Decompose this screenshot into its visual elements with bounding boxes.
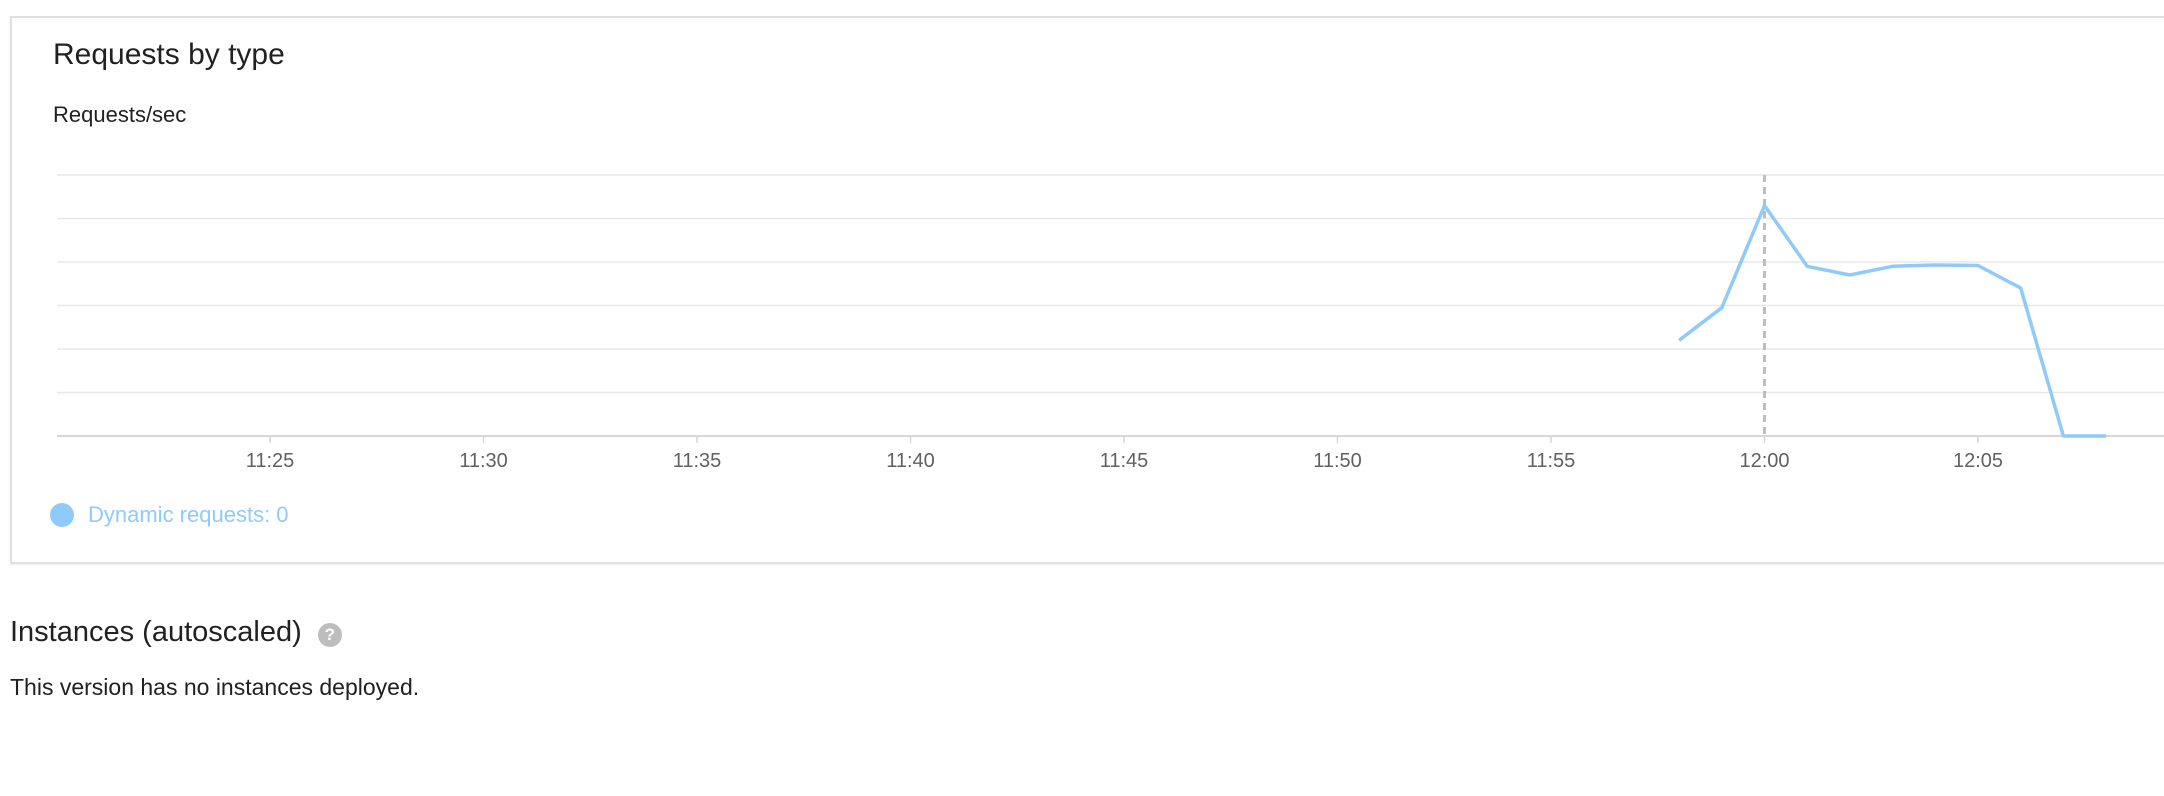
x-tick-label: 11:35: [673, 450, 722, 472]
x-tick-label: 11:25: [246, 450, 295, 472]
x-tick-label: 11:30: [459, 450, 508, 472]
legend-swatch: [50, 503, 74, 527]
x-tick-label: 11:55: [1527, 450, 1576, 472]
instances-title-text: Instances (autoscaled): [10, 616, 302, 648]
x-tick-label: 11:40: [886, 450, 935, 472]
instances-section-title: Instances (autoscaled) ?: [10, 616, 342, 649]
line-chart[interactable]: 11:25 11:30 11:35 11:40 11:45 11:50 11:55 12:00…: [12, 18, 2164, 566]
help-icon[interactable]: ?: [317, 622, 342, 647]
series-line-dynamic-requests: [1678, 203, 2107, 438]
requests-chart-card: Requests by type Requests/sec 11:25 11:30…: [10, 16, 2164, 564]
x-axis: 11:25 11:30 11:35 11:40 11:45 11:50 11:55 12:00…: [246, 436, 2003, 472]
instances-empty-message: This version has no instances deployed.: [10, 674, 420, 700]
x-tick-label: 12:00: [1739, 450, 1789, 472]
x-tick-label: 11:50: [1313, 450, 1362, 472]
grid-lines: [57, 174, 2164, 437]
legend-label: Dynamic requests: 0: [88, 502, 289, 527]
legend-item-dynamic-requests[interactable]: Dynamic requests: 0: [50, 502, 289, 528]
series-layer: [1678, 203, 2107, 438]
x-tick-label: 12:05: [1953, 450, 2003, 472]
x-tick-label: 11:45: [1100, 450, 1149, 472]
